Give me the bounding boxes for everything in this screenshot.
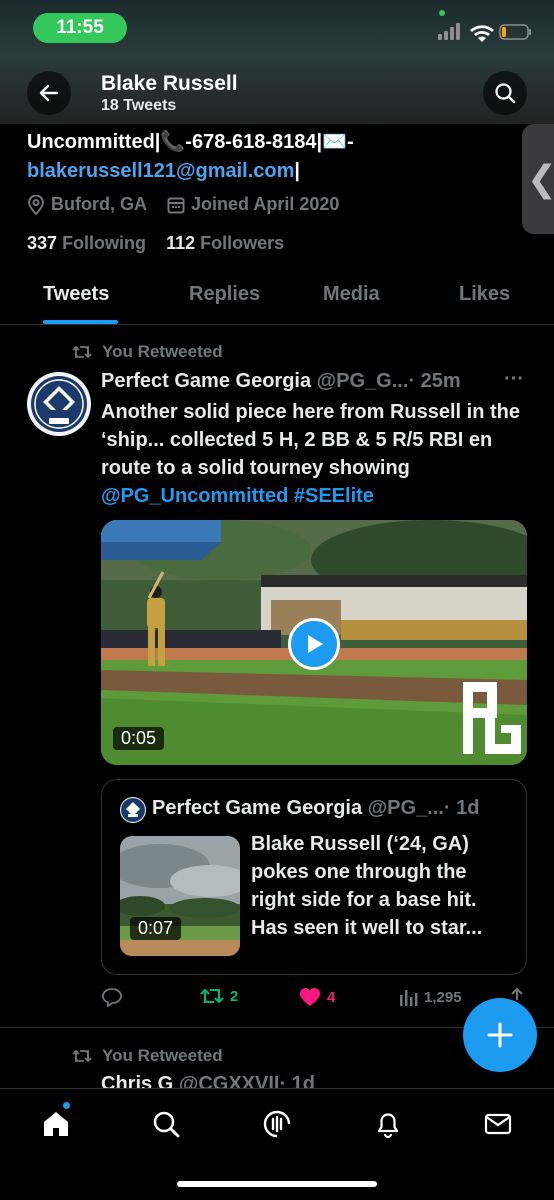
quoted-tweet-time: · 1d — [443, 797, 480, 819]
profile-header-name: Blake Russell — [101, 72, 238, 95]
followers-link[interactable]: 112 Followers — [166, 233, 284, 253]
joined-item: Joined April 2020 — [167, 194, 339, 215]
views-button[interactable]: 1,295 — [398, 987, 462, 1007]
tweet-mention-link[interactable]: @PG_Uncommitted — [101, 485, 288, 507]
retweet-icon — [72, 1049, 92, 1063]
perfect-game-georgia-logo — [121, 798, 145, 822]
like-count: 4 — [327, 988, 336, 1006]
nav-messages[interactable] — [481, 1107, 515, 1141]
status-time: 11:55 — [33, 13, 127, 43]
perfect-game-georgia-logo — [31, 376, 87, 432]
tweet-header: Perfect Game Georgia @PG_G...· 25m — [101, 370, 461, 393]
tweet-actions: 2 4 1,295 — [101, 987, 531, 1011]
nav-search[interactable] — [149, 1107, 183, 1141]
tab-replies[interactable]: Replies — [189, 283, 260, 306]
nav-spaces[interactable] — [260, 1107, 294, 1141]
bio-text: Uncommitted|📞-678-618-8184|✉️- — [27, 131, 354, 153]
battery-icon — [499, 24, 531, 40]
tab-likes[interactable]: Likes — [459, 283, 510, 306]
location-item: Buford, GA — [27, 194, 147, 215]
views-count: 1,295 — [424, 988, 462, 1006]
location-pin-icon — [27, 194, 45, 215]
nav-home[interactable] — [39, 1107, 73, 1141]
joined-text: Joined April 2020 — [191, 194, 340, 214]
spaces-icon — [263, 1110, 291, 1138]
like-icon — [300, 988, 320, 1006]
home-icon — [44, 1112, 68, 1136]
retweet-indicator: You Retweeted — [72, 342, 223, 362]
search-button[interactable] — [483, 71, 527, 115]
tab-media[interactable]: Media — [323, 283, 380, 306]
quoted-author-handle: @PG_... — [367, 797, 444, 819]
compose-icon — [487, 1022, 513, 1048]
profile-tabs: Tweets Replies Media Likes — [0, 270, 554, 325]
bio-trail: | — [294, 160, 301, 182]
next-retweet-label: You Retweeted — [102, 1046, 223, 1065]
retweet-button[interactable]: 2 — [200, 987, 238, 1005]
tweet-body: Another solid piece here from Russell in… — [101, 401, 520, 479]
search-icon — [153, 1111, 180, 1138]
tweet-more-button[interactable]: ··· — [504, 368, 524, 391]
quoted-video-duration: 0:07 — [130, 917, 182, 940]
quoted-tweet-text: Blake Russell (‘24, GA) pokes one throug… — [251, 833, 483, 939]
profile-tweet-count: 18 Tweets — [101, 97, 177, 114]
calendar-icon — [167, 197, 185, 213]
tweet-author-handle: @PG_G... — [316, 370, 409, 392]
retweet-icon — [200, 988, 224, 1004]
retweet-icon — [72, 345, 92, 359]
wifi-icon — [470, 25, 494, 42]
active-tab-indicator — [43, 320, 118, 324]
reply-icon — [102, 988, 122, 1007]
tweet-author-avatar[interactable] — [27, 372, 91, 436]
bio-email-link[interactable]: blakerussell121@gmail.com — [27, 160, 294, 182]
cellular-signal-icon — [438, 23, 460, 40]
quoted-author-avatar — [120, 797, 146, 823]
next-retweet-indicator: You Retweeted — [72, 1046, 223, 1066]
tweet-hashtag-link[interactable]: #SEElite — [294, 485, 374, 507]
status-bar: 11:55 — [0, 0, 554, 56]
reply-button[interactable] — [101, 987, 129, 1007]
follow-stats: 337 Following 112 Followers — [27, 233, 284, 254]
compose-tweet-button[interactable] — [463, 998, 537, 1072]
profile-bio: Uncommitted|📞-678-618-8184|✉️- blakeruss… — [27, 128, 507, 186]
privacy-indicator-dot — [439, 10, 445, 16]
retweet-count: 2 — [230, 987, 239, 1005]
bell-icon — [377, 1113, 399, 1139]
location-text: Buford, GA — [51, 194, 147, 214]
tweet-time: · 25m — [408, 370, 461, 392]
views-icon — [400, 990, 418, 1006]
tab-tweets[interactable]: Tweets — [43, 283, 109, 306]
like-button[interactable]: 4 — [299, 987, 335, 1007]
quoted-author-name: Perfect Game Georgia — [152, 797, 363, 819]
home-notification-dot — [62, 1101, 71, 1110]
nav-notifications[interactable] — [371, 1107, 405, 1141]
status-icons — [438, 23, 531, 42]
search-icon — [495, 83, 516, 104]
profile-meta: Buford, GA Joined April 2020 — [27, 194, 339, 215]
play-icon — [308, 635, 323, 653]
video-play-button[interactable] — [288, 618, 340, 670]
video-duration: 0:05 — [113, 727, 165, 750]
back-button[interactable] — [27, 71, 71, 115]
home-indicator-bar — [177, 1181, 377, 1187]
retweet-label: You Retweeted — [102, 342, 223, 361]
tweet-text: Another solid piece here from Russell in… — [101, 398, 541, 510]
tweet-author-name[interactable]: Perfect Game Georgia — [101, 370, 311, 392]
quoted-tweet-header: Perfect Game Georgia @PG_...· 1d — [152, 797, 479, 820]
following-link[interactable]: 337 Following — [27, 233, 146, 253]
mail-icon — [484, 1113, 512, 1135]
back-arrow-icon — [39, 84, 59, 102]
side-panel-handle[interactable]: ❮ — [522, 124, 554, 234]
